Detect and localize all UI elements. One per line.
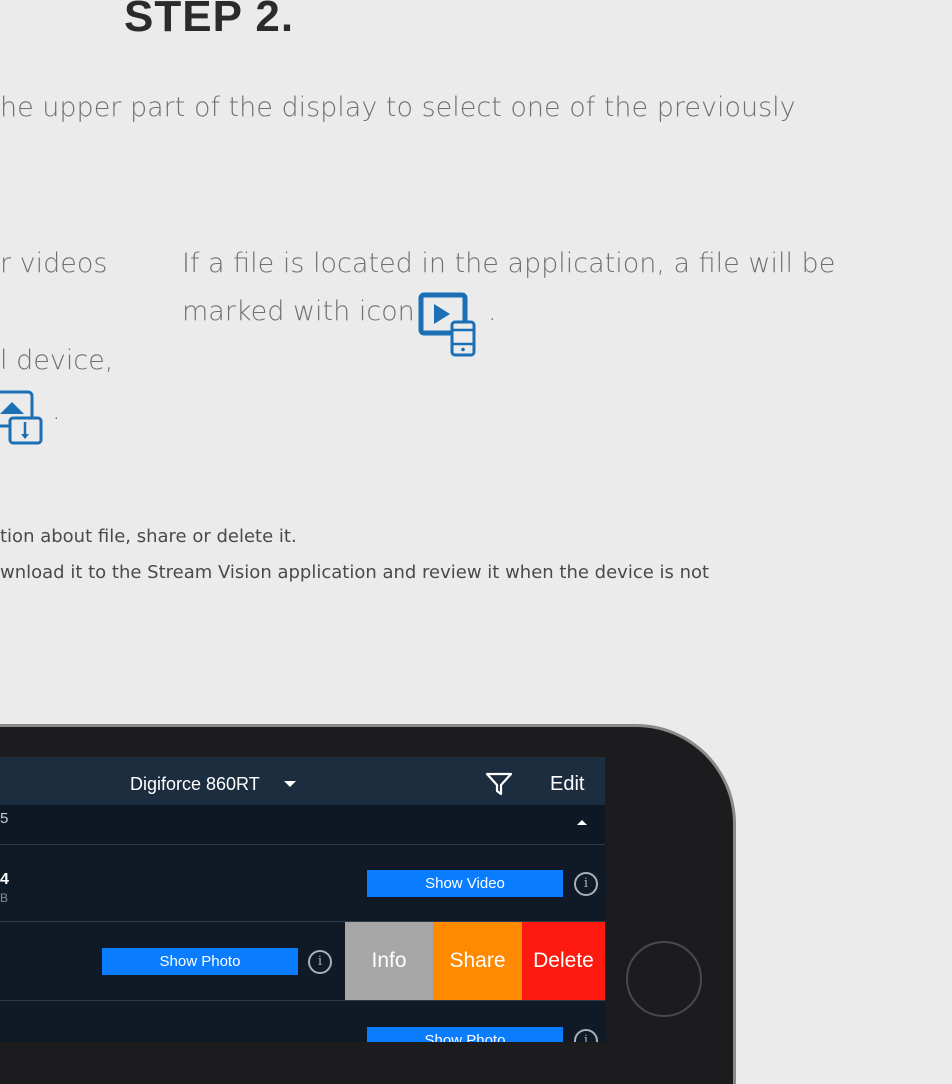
info-button[interactable]: Info	[345, 922, 433, 1000]
device-selector[interactable]: Digiforce 860RT	[130, 774, 260, 795]
left-text-1: r videos	[0, 248, 108, 279]
right-text-2: marked with icon	[182, 296, 415, 327]
list-header-row: 5	[0, 805, 605, 845]
right-text-2-end: .	[488, 296, 497, 327]
show-video-button[interactable]: Show Video	[367, 870, 563, 897]
delete-button[interactable]: Delete	[522, 922, 605, 1000]
intro-text: he upper part of the display to select o…	[0, 92, 796, 123]
show-photo-button[interactable]: Show Photo	[367, 1027, 563, 1042]
phone-screen: Digiforce 860RT Edit 5 4 B Show Video i …	[0, 757, 605, 1042]
caret-up-icon[interactable]	[577, 820, 587, 825]
home-button[interactable]	[626, 941, 702, 1017]
share-button[interactable]: Share	[433, 922, 522, 1000]
info-circle-icon[interactable]: i	[574, 872, 598, 896]
edit-button[interactable]: Edit	[550, 773, 584, 796]
info-circle-icon[interactable]: i	[574, 1029, 598, 1042]
top-bar: Digiforce 860RT Edit	[0, 757, 605, 805]
small-text-1: tion about file, share or delete it.	[0, 526, 297, 547]
list-item[interactable]: Show Photo i	[0, 1001, 605, 1042]
small-text-2: wnload it to the Stream Vision applicati…	[0, 562, 710, 583]
page-title: STEP 2.	[124, 0, 295, 41]
row-label: 5	[0, 810, 9, 827]
filter-icon[interactable]	[485, 771, 513, 797]
file-size: B	[0, 891, 9, 905]
right-text-1: If a file is located in the application,…	[182, 248, 836, 279]
file-name: 4	[0, 871, 9, 888]
show-photo-button[interactable]: Show Photo	[102, 948, 298, 975]
chevron-down-icon[interactable]	[284, 781, 296, 787]
info-circle-icon[interactable]: i	[308, 950, 332, 974]
list-item-swiped[interactable]: Show Photo i Info Share Delete	[0, 922, 605, 1001]
photo-download-icon	[0, 390, 43, 445]
left-text-3-end: .	[52, 395, 61, 426]
list-item[interactable]: 4 B Show Video i	[0, 845, 605, 922]
left-text-2: l device,	[0, 345, 114, 376]
video-on-phone-icon	[418, 292, 476, 357]
